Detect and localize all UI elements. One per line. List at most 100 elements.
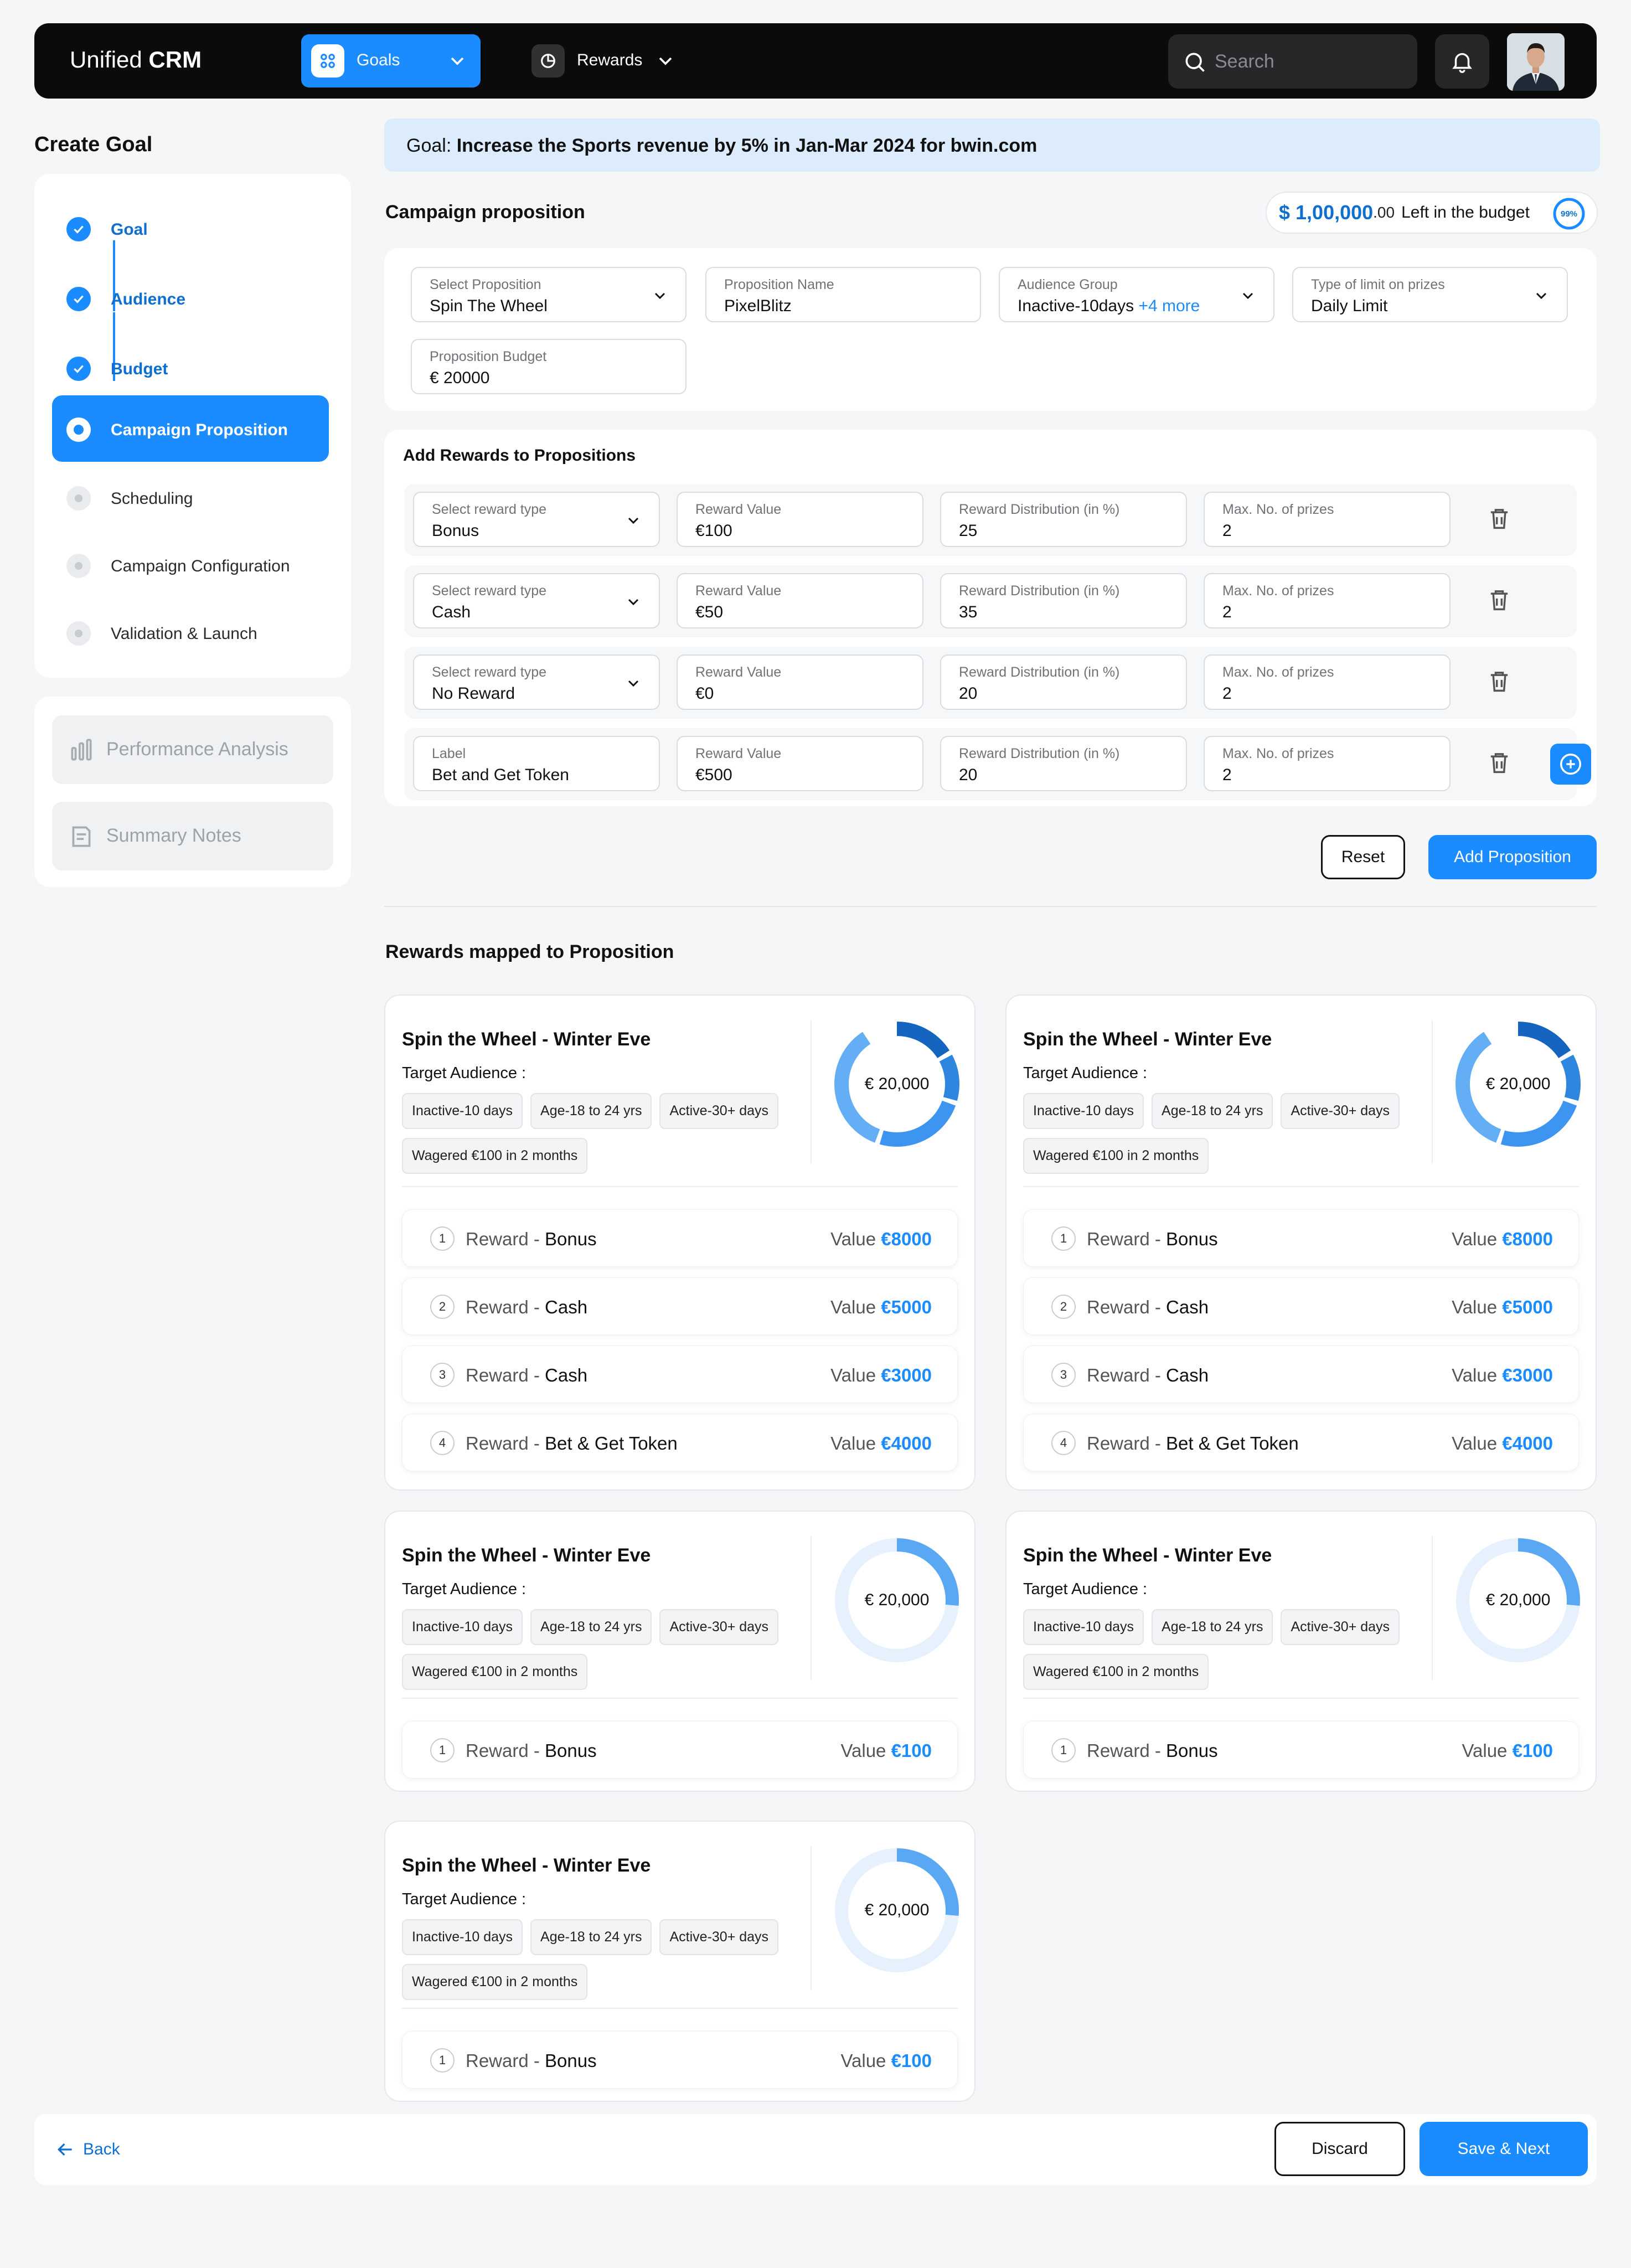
trash-icon[interactable] [1485,504,1514,533]
reward-value-field[interactable]: Reward Value €500 [677,736,923,791]
nav-goals[interactable]: Goals [301,34,481,87]
step-campaign-configuration[interactable]: Campaign Configuration [52,532,329,598]
step-validation-launch[interactable]: Validation & Launch [52,599,329,666]
audience-chips: Inactive-10 days Age-18 to 24 yrs Active-3… [1023,1609,1433,1699]
reward-value-field[interactable]: Reward Value €100 [677,492,923,547]
reward-distribution-field[interactable]: Reward Distribution (in %) 20 [940,654,1187,710]
audience-chip: Age-18 to 24 yrs [1152,1093,1273,1129]
reward-type-dropdown[interactable]: Select reward type No Reward [413,654,660,710]
summary-notes-button[interactable]: Summary Notes [52,802,333,870]
audience-chip: Wagered €100 in 2 months [402,1138,588,1174]
mapped-reward-row: 2 Reward - Cash Value €5000 [402,1277,958,1335]
nav-rewards[interactable]: Rewards [522,34,682,87]
performance-analysis-button[interactable]: Performance Analysis [52,715,333,784]
reward-distribution-field[interactable]: Reward Distribution (in %) 35 [940,573,1187,628]
reward-value-field[interactable]: Reward Value €0 [677,654,923,710]
reward-type-dropdown[interactable]: Select reward type Cash [413,573,660,628]
budget-suffix: Left in the budget [1401,203,1530,221]
proposition-reward-card[interactable]: Spin the Wheel - Winter Eve Target Audie… [384,1821,975,2102]
max-prizes-field[interactable]: Max. No. of prizes 2 [1204,736,1451,791]
mapped-reward-row: 1 Reward - Bonus Value €100 [402,2031,958,2089]
reward-label-field[interactable]: Label Bet and Get Token [413,736,660,791]
trash-icon[interactable] [1485,748,1514,777]
max-prizes-field[interactable]: Max. No. of prizes 2 [1204,573,1451,628]
search-box [1168,34,1417,89]
target-audience-label: Target Audience : [1023,1064,1148,1082]
step-campaign-proposition[interactable]: Campaign Proposition [52,395,329,462]
summary-notes-label: Summary Notes [106,825,241,846]
reward-index: 4 [1051,1431,1076,1455]
audience-chips: Inactive-10 days Age-18 to 24 yrs Active-3… [1023,1093,1433,1183]
trash-icon[interactable] [1485,667,1514,695]
select-proposition-dropdown[interactable]: Select Proposition Spin The Wheel [411,267,687,322]
donut-center-label: € 20,000 [1485,1075,1551,1093]
trash-icon[interactable] [1485,585,1514,614]
reward-value: €5000 [881,1297,932,1317]
app-brand[interactable]: Unified CRM [70,47,202,73]
step-budget[interactable]: Budget [52,334,329,401]
reward-row: Select reward type Cash Reward Value €50… [404,565,1577,637]
audience-chips: Inactive-10 days Age-18 to 24 yrs Active-3… [402,1609,812,1699]
card-title: Spin the Wheel - Winter Eve [402,1855,651,1876]
audience-group-dropdown[interactable]: Audience Group Inactive-10days +4 more [999,267,1274,322]
top-bar: Unified CRM Goals Rewards [34,23,1597,99]
step-scheduling[interactable]: Scheduling [52,464,329,530]
reset-button[interactable]: Reset [1321,835,1405,879]
reward-value: €3000 [881,1365,932,1385]
audience-chip: Inactive-10 days [402,1609,523,1645]
chevron-down-icon [659,57,672,65]
footer-bar: Back Discard Save & Next [34,2114,1597,2185]
add-reward-row-button[interactable] [1550,744,1591,785]
reward-value: €8000 [881,1229,932,1249]
proposition-reward-card[interactable]: Spin the Wheel - Winter Eve Target Audie… [1005,1511,1597,1792]
search-input[interactable] [1215,48,1403,75]
divider [402,1186,958,1187]
reward-name: Bonus [1166,1740,1218,1761]
back-label: Back [83,2140,120,2158]
reward-value: €8000 [1502,1229,1553,1249]
search-icon [1185,53,1205,72]
reward-distribution-field[interactable]: Reward Distribution (in %) 25 [940,492,1187,547]
limit-type-dropdown[interactable]: Type of limit on prizes Daily Limit [1292,267,1568,322]
mapped-reward-row: 3 Reward - Cash Value €3000 [1023,1346,1579,1403]
audience-chip: Active-30+ days [659,1919,779,1955]
save-next-button[interactable]: Save & Next [1420,2122,1588,2176]
proposition-name-field[interactable]: Proposition Name PixelBlitz [705,267,981,322]
step-goal[interactable]: Goal [52,195,329,261]
back-button[interactable]: Back [54,2138,120,2161]
steps-card: Goal Audience Budget Campaign Propositio… [34,174,351,678]
audience-chip: Inactive-10 days [1023,1093,1144,1129]
proposition-reward-card[interactable]: Spin the Wheel - Winter Eve Target Audie… [1005,994,1597,1491]
divider [1023,1186,1579,1187]
max-prizes-field[interactable]: Max. No. of prizes 2 [1204,492,1451,547]
reward-index: 1 [430,1226,455,1251]
reward-name: Cash [545,1365,588,1385]
reward-type-dropdown[interactable]: Select reward type Bonus [413,492,660,547]
campaign-proposition-title: Campaign proposition [385,202,585,223]
donut-center-label: € 20,000 [864,1901,930,1919]
audience-chip: Active-30+ days [659,1093,779,1129]
audience-chips: Inactive-10 days Age-18 to 24 yrs Active-3… [402,1093,812,1183]
reward-name: Bonus [1166,1229,1218,1249]
chevron-down-icon [628,680,639,687]
reward-distribution-field[interactable]: Reward Distribution (in %) 20 [940,736,1187,791]
step-label: Budget [111,360,168,378]
discard-button[interactable]: Discard [1274,2122,1405,2176]
proposition-reward-card[interactable]: Spin the Wheel - Winter Eve Target Audie… [384,1511,975,1792]
avatar[interactable] [1507,33,1565,91]
reward-value-field[interactable]: Reward Value €50 [677,573,923,628]
radio-dot-icon [66,417,91,442]
audience-chip: Wagered €100 in 2 months [402,1964,588,2000]
mapped-reward-row: 1 Reward - Bonus Value €8000 [402,1209,958,1267]
proposition-reward-card[interactable]: Spin the Wheel - Winter Eve Target Audie… [384,994,975,1491]
audience-chip: Inactive-10 days [402,1093,523,1129]
max-prizes-field[interactable]: Max. No. of prizes 2 [1204,654,1451,710]
reward-name: Bonus [545,1229,597,1249]
step-audience[interactable]: Audience [52,265,329,331]
check-icon [66,287,91,311]
proposition-budget-field[interactable]: Proposition Budget € 20000 [411,339,687,394]
add-proposition-button[interactable]: Add Proposition [1428,835,1597,879]
reward-index: 1 [430,1738,455,1762]
reward-row: Label Bet and Get Token Reward Value €50… [404,728,1591,800]
notifications-button[interactable] [1435,34,1489,89]
